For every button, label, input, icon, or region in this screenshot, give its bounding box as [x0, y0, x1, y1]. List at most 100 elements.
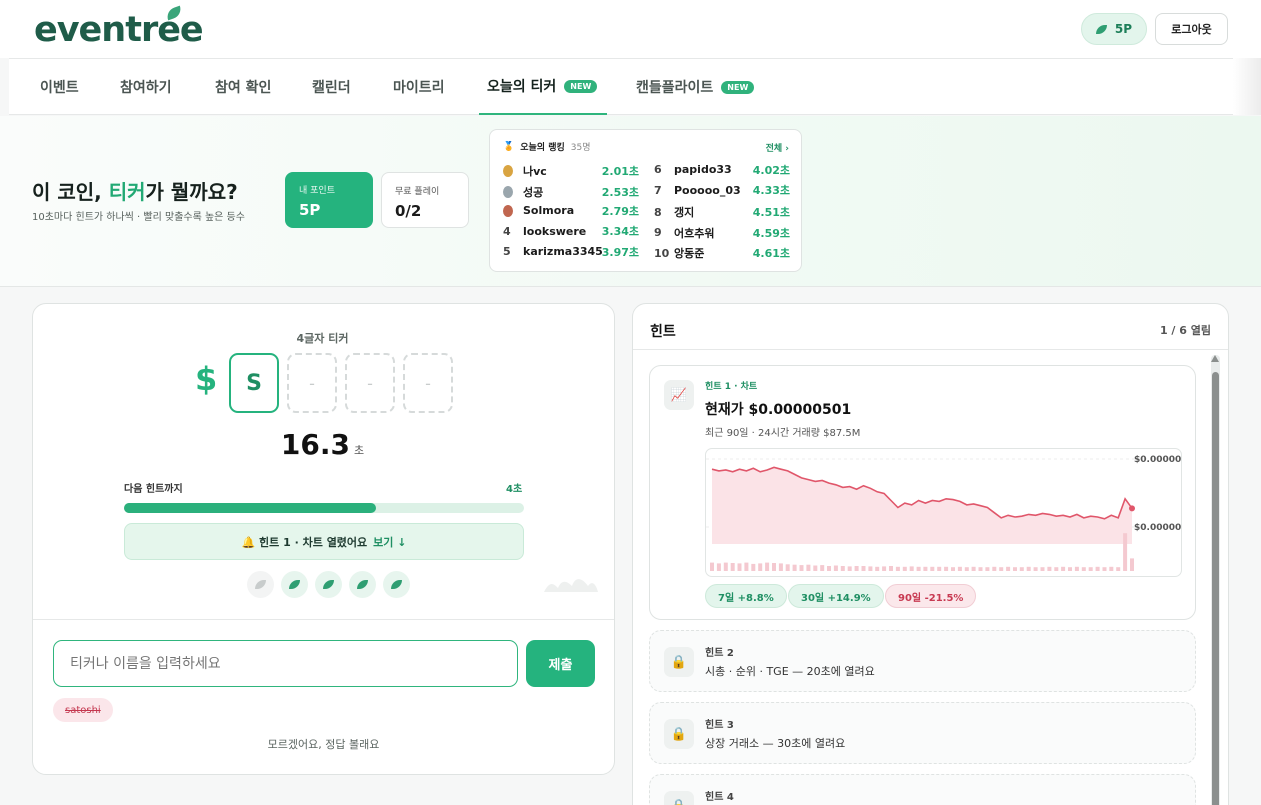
tab-1[interactable]: 이벤트	[40, 59, 79, 115]
tab-5[interactable]: 마이트리	[393, 59, 445, 115]
volume-bar	[840, 566, 845, 571]
ranking-row: 성공 2.53초	[503, 184, 639, 200]
player-name: karizma3345	[523, 245, 603, 258]
hint-card-locked: 🔒 힌트 3 상장 거래소 — 30초에 열려요	[649, 702, 1196, 764]
tab-label: 캔들플라이트	[636, 80, 714, 96]
ranking-header: 🏅 오늘의 랭킹 35명	[503, 140, 591, 154]
tab-label: 캘린더	[312, 80, 351, 96]
hint-desc: 시총 · 순위 · TGE — 20초에 열려요	[705, 665, 875, 678]
top-bar: eventree 5P 로그아웃	[0, 0, 1261, 58]
ticker-slot: -	[287, 353, 337, 413]
volume-info: 최근 90일 · 24시간 거래량 $87.5M	[705, 428, 861, 439]
ranking-count: 35명	[570, 143, 591, 153]
give-up-link[interactable]: 모르겠어요, 정답 볼래요	[33, 736, 614, 752]
volume-bar	[868, 566, 873, 571]
player-name: 성공	[523, 185, 544, 199]
volume-bar	[999, 567, 1004, 571]
volume-bar	[792, 564, 797, 571]
timer-value: 16.3	[280, 428, 350, 461]
tab-3[interactable]: 참여 확인	[215, 59, 271, 115]
lock-icon: 🔒	[664, 719, 694, 749]
player-time: 4.59초	[752, 226, 790, 240]
tab-label: 마이트리	[393, 80, 445, 96]
main-nav: 이벤트 참여하기 참여 확인 캘린더 마이트리 오늘의 티커 NEW 캔들플라이트 NEW	[9, 58, 1249, 115]
volume-bar	[916, 566, 921, 571]
chart-icon: 📈	[664, 380, 694, 410]
volume-bar	[1047, 566, 1052, 571]
volume-bar	[923, 566, 928, 571]
leaf-icon	[349, 571, 376, 598]
volume-bar	[799, 565, 804, 571]
scroll-up-arrow-icon[interactable]	[1211, 355, 1219, 362]
hint-card-locked: 🔒 힌트 4	[649, 774, 1196, 805]
volume-bar	[1088, 567, 1093, 571]
give-up-text[interactable]: 모르겠어요, 정답 볼래요	[268, 738, 380, 751]
volume-bar	[1033, 567, 1038, 571]
tab-4[interactable]: 캘린더	[312, 59, 351, 115]
axis-tick-label: $0.00000	[1134, 523, 1181, 533]
grass-decoration-icon	[544, 579, 598, 592]
volume-bar	[772, 563, 776, 571]
letters-label: 4글자 티커	[296, 332, 349, 345]
divider	[33, 619, 614, 620]
volume-bar	[806, 564, 811, 571]
volume-bar	[978, 567, 983, 571]
volume-bar	[882, 566, 887, 571]
submit-button[interactable]: 제출	[526, 640, 595, 687]
logout-button[interactable]: 로그아웃	[1155, 13, 1228, 45]
volume-bar	[1026, 566, 1031, 571]
volume-bar	[1116, 567, 1121, 571]
progress-fill	[124, 503, 376, 513]
player-time: 2.53초	[601, 185, 639, 199]
divider	[633, 349, 1228, 350]
price-chart-svg: $0.00000 $0.00000	[706, 455, 1181, 571]
player-name: Pooooo_03	[674, 183, 741, 197]
player-name: 앙동준	[674, 247, 705, 260]
hints-scrollbar[interactable]	[1211, 355, 1220, 805]
hint-title: 힌트 2	[705, 648, 734, 659]
nav-scroll-shadow	[1233, 58, 1261, 115]
hint-card-locked: 🔒 힌트 2 시총 · 순위 · TGE — 20초에 열려요	[649, 630, 1196, 692]
volume-bar	[944, 566, 949, 571]
volume-bar	[1061, 566, 1066, 571]
volume-bar	[1074, 566, 1079, 571]
player-time: 4.33초	[752, 184, 790, 197]
volume-bar	[723, 562, 728, 571]
scrollbar-thumb[interactable]	[1212, 372, 1219, 805]
volume-bar	[820, 565, 825, 571]
tab-2[interactable]: 참여하기	[120, 59, 172, 115]
volume-bar	[716, 563, 721, 571]
tab-6[interactable]: 오늘의 티커 NEW	[479, 59, 608, 115]
game-card: 4글자 티커 $ S - - - 16.3 초 다음 힌트까지 4초 🔔 힌트 1…	[32, 303, 615, 775]
ranking-row: 나vc 2.01초	[503, 163, 639, 179]
ranking-row: 7 Pooooo_03 4.33초	[654, 183, 790, 198]
volume-bar	[992, 566, 997, 571]
points-badge[interactable]: 5P	[1081, 13, 1147, 45]
volume-bar	[737, 563, 742, 571]
volume-bar	[1081, 567, 1086, 571]
tab-7[interactable]: 캔들플라이트 NEW	[636, 59, 755, 115]
hint-opened-banner[interactable]: 🔔 힌트 1 · 차트 열렸어요 보기 ↓	[124, 523, 524, 560]
trophy-icon: 🏅	[503, 141, 515, 152]
volume-bar	[1040, 567, 1045, 571]
elapsed-timer: 16.3 초	[33, 428, 612, 461]
player-time: 4.51초	[752, 206, 790, 219]
player-name: papido33	[674, 163, 732, 176]
leaf-icon	[1095, 24, 1107, 34]
volume-bar	[937, 566, 942, 571]
dollar-sign: $	[195, 360, 218, 398]
eventree-logo[interactable]: eventree	[34, 5, 204, 50]
hint-card-1: 📈 힌트 1 · 차트 현재가 $0.00000501 최근 90일 · 24시…	[649, 365, 1196, 620]
tab-label: 참여 확인	[215, 80, 272, 96]
volume-bar	[710, 562, 714, 571]
leaf-icon	[247, 571, 274, 598]
view-hint-link[interactable]: 보기 ↓	[373, 534, 406, 550]
change-chip: 90일 -21.5%	[885, 584, 977, 608]
ranking-view-all-link[interactable]: 전체 ›	[766, 141, 789, 154]
ranking-row: 9 어흐추워 4.59초	[654, 225, 790, 241]
volume-bar	[861, 566, 866, 571]
leaf-icon	[281, 571, 308, 598]
rank-number: 10	[654, 246, 670, 260]
volume-bar	[1013, 567, 1017, 571]
ticker-guess-input[interactable]	[53, 640, 518, 687]
